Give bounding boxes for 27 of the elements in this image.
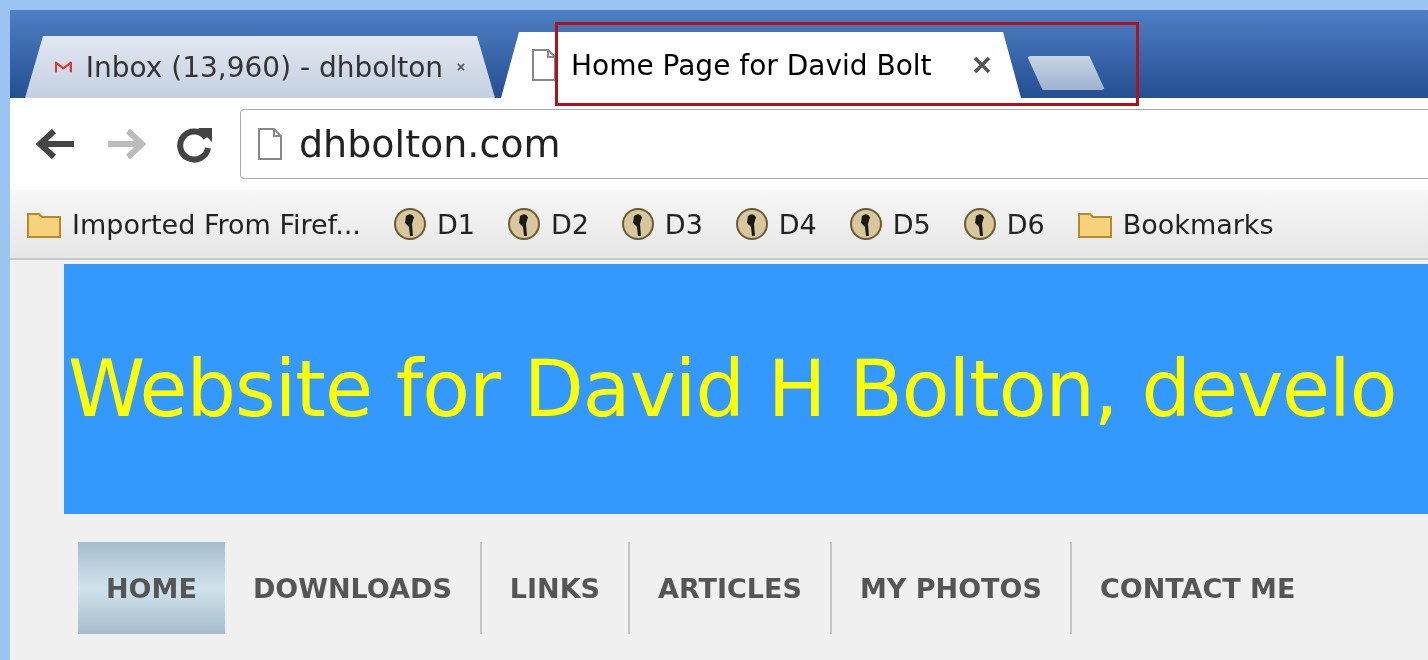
nav-link[interactable]: DOWNLOADS [224, 542, 482, 634]
bookmark-item[interactable]: D2 [506, 207, 589, 241]
nav-link[interactable]: HOME [78, 542, 225, 634]
browser-tab[interactable]: Home Page for David Bolt [501, 32, 1021, 98]
browser-tab[interactable]: Inbox (13,960) - dhbolton [25, 36, 495, 98]
address-field[interactable]: dhbolton.com [240, 109, 1428, 179]
close-icon[interactable] [973, 56, 991, 74]
bookmark-item[interactable]: D6 [962, 207, 1045, 241]
bookmark-item[interactable]: D1 [392, 207, 475, 241]
nav-link[interactable]: ARTICLES [630, 542, 832, 634]
bookmark-item[interactable]: D4 [734, 207, 817, 241]
bird-icon [620, 207, 655, 241]
page-icon [531, 48, 557, 82]
bookmark-item[interactable]: D3 [620, 207, 703, 241]
page-icon [257, 127, 283, 161]
bookmark-item[interactable]: D5 [848, 207, 931, 241]
bookmark-item[interactable]: Imported From Firef... [26, 208, 361, 240]
bird-icon [848, 207, 883, 241]
bird-icon [734, 207, 769, 241]
nav-link[interactable]: MY PHOTOS [831, 542, 1072, 634]
bird-icon [392, 207, 427, 241]
nav-link[interactable]: LINKS [481, 542, 631, 634]
bird-icon [506, 207, 541, 241]
nav-link[interactable]: CONTACT ME [1071, 542, 1324, 634]
site-title: Website for David H Bolton, develo [68, 344, 1397, 434]
bird-icon [962, 207, 997, 241]
bookmark-item[interactable]: Bookmarks [1076, 208, 1274, 240]
